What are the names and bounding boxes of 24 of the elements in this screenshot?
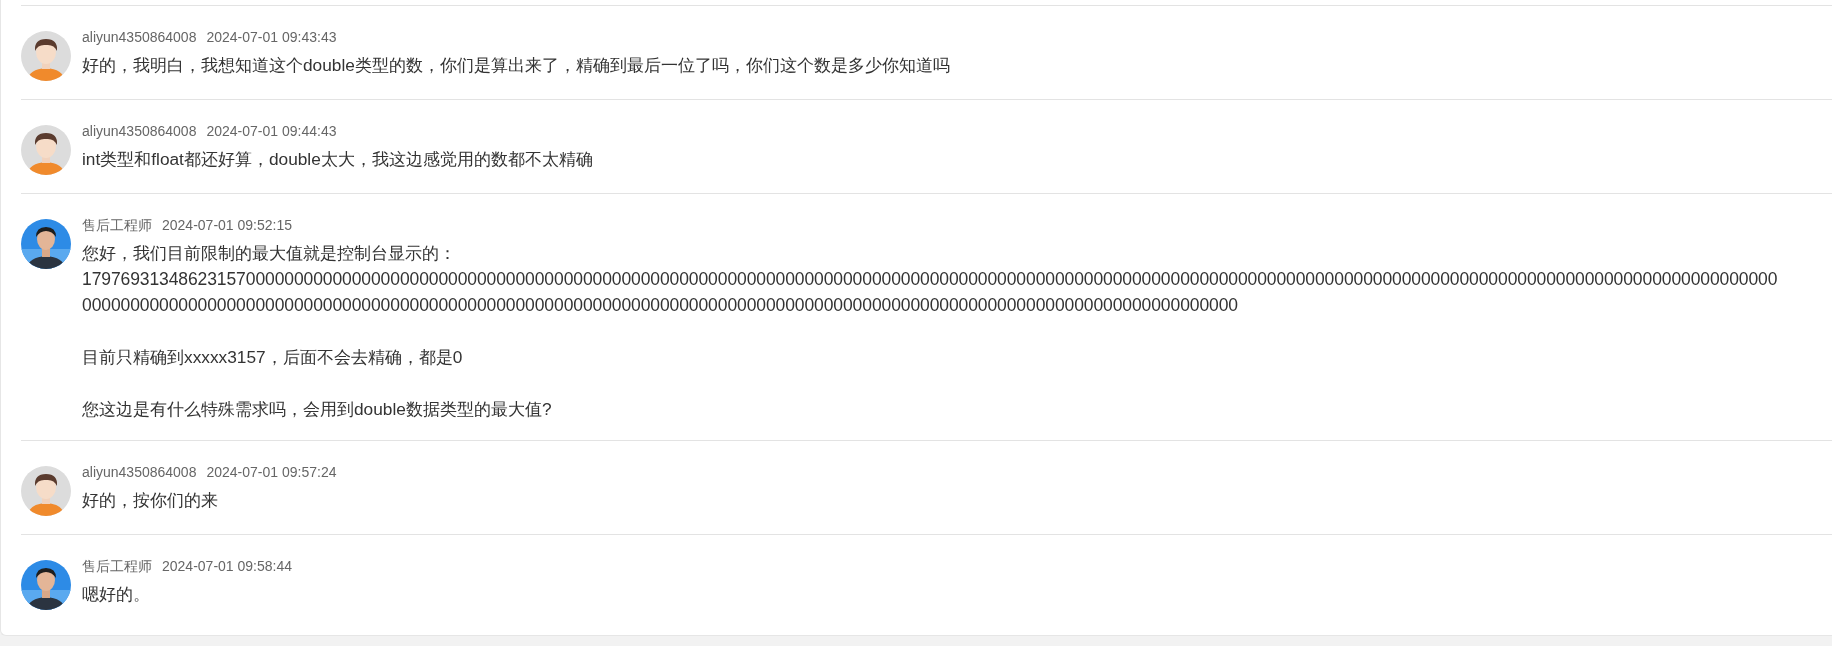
avatar [21, 125, 71, 175]
comment-text: 您这边是有什么特殊需求吗，会用到double数据类型的最大值? [82, 398, 552, 421]
avatar [21, 560, 71, 610]
comment-text: 17976931348623157000000000000000000000000000000000000000000000000000000000000000000000000000000000000000000000000000000000000000000000000000000000000000000000000000000000000000 [82, 268, 1778, 291]
comment-time: 2024-07-01 09:57:24 [206, 464, 337, 480]
avatar [21, 466, 71, 516]
comment-text: int类型和float都还好算，double太大，我这边感觉用的数都不太精确 [82, 148, 593, 171]
comment-time: 2024-07-01 09:43:43 [206, 29, 337, 45]
comment-time: 2024-07-01 09:44:43 [206, 123, 337, 139]
author-name[interactable]: aliyun4350864008 [82, 123, 197, 139]
comment-text: 您好，我们目前限制的最大值就是控制台显示的： [82, 242, 456, 265]
author-name[interactable]: 售后工程师 [82, 558, 152, 574]
comment-text: 000000000000000000000000000000000000000000000000000000000000000000000000000000000000000000000000000000000000000000000000 [82, 294, 1238, 317]
comment-time: 2024-07-01 09:58:44 [162, 558, 292, 574]
author-name[interactable]: 售后工程师 [82, 217, 152, 233]
comment-text: 好的，按你们的来 [82, 489, 218, 512]
comment-text: 好的，我明白，我想知道这个double类型的数，你们是算出来了，精确到最后一位了吗，你们这个数是多少你知道吗 [82, 54, 950, 77]
author-name[interactable]: aliyun4350864008 [82, 29, 197, 45]
avatar [21, 219, 71, 269]
comment-time: 2024-07-01 09:52:15 [162, 217, 292, 233]
comment-text: 目前只精确到xxxxx3157，后面不会去精确，都是0 [82, 346, 463, 369]
author-name[interactable]: aliyun4350864008 [82, 464, 197, 480]
comment-text: 嗯好的。 [82, 583, 150, 606]
avatar [21, 31, 71, 81]
